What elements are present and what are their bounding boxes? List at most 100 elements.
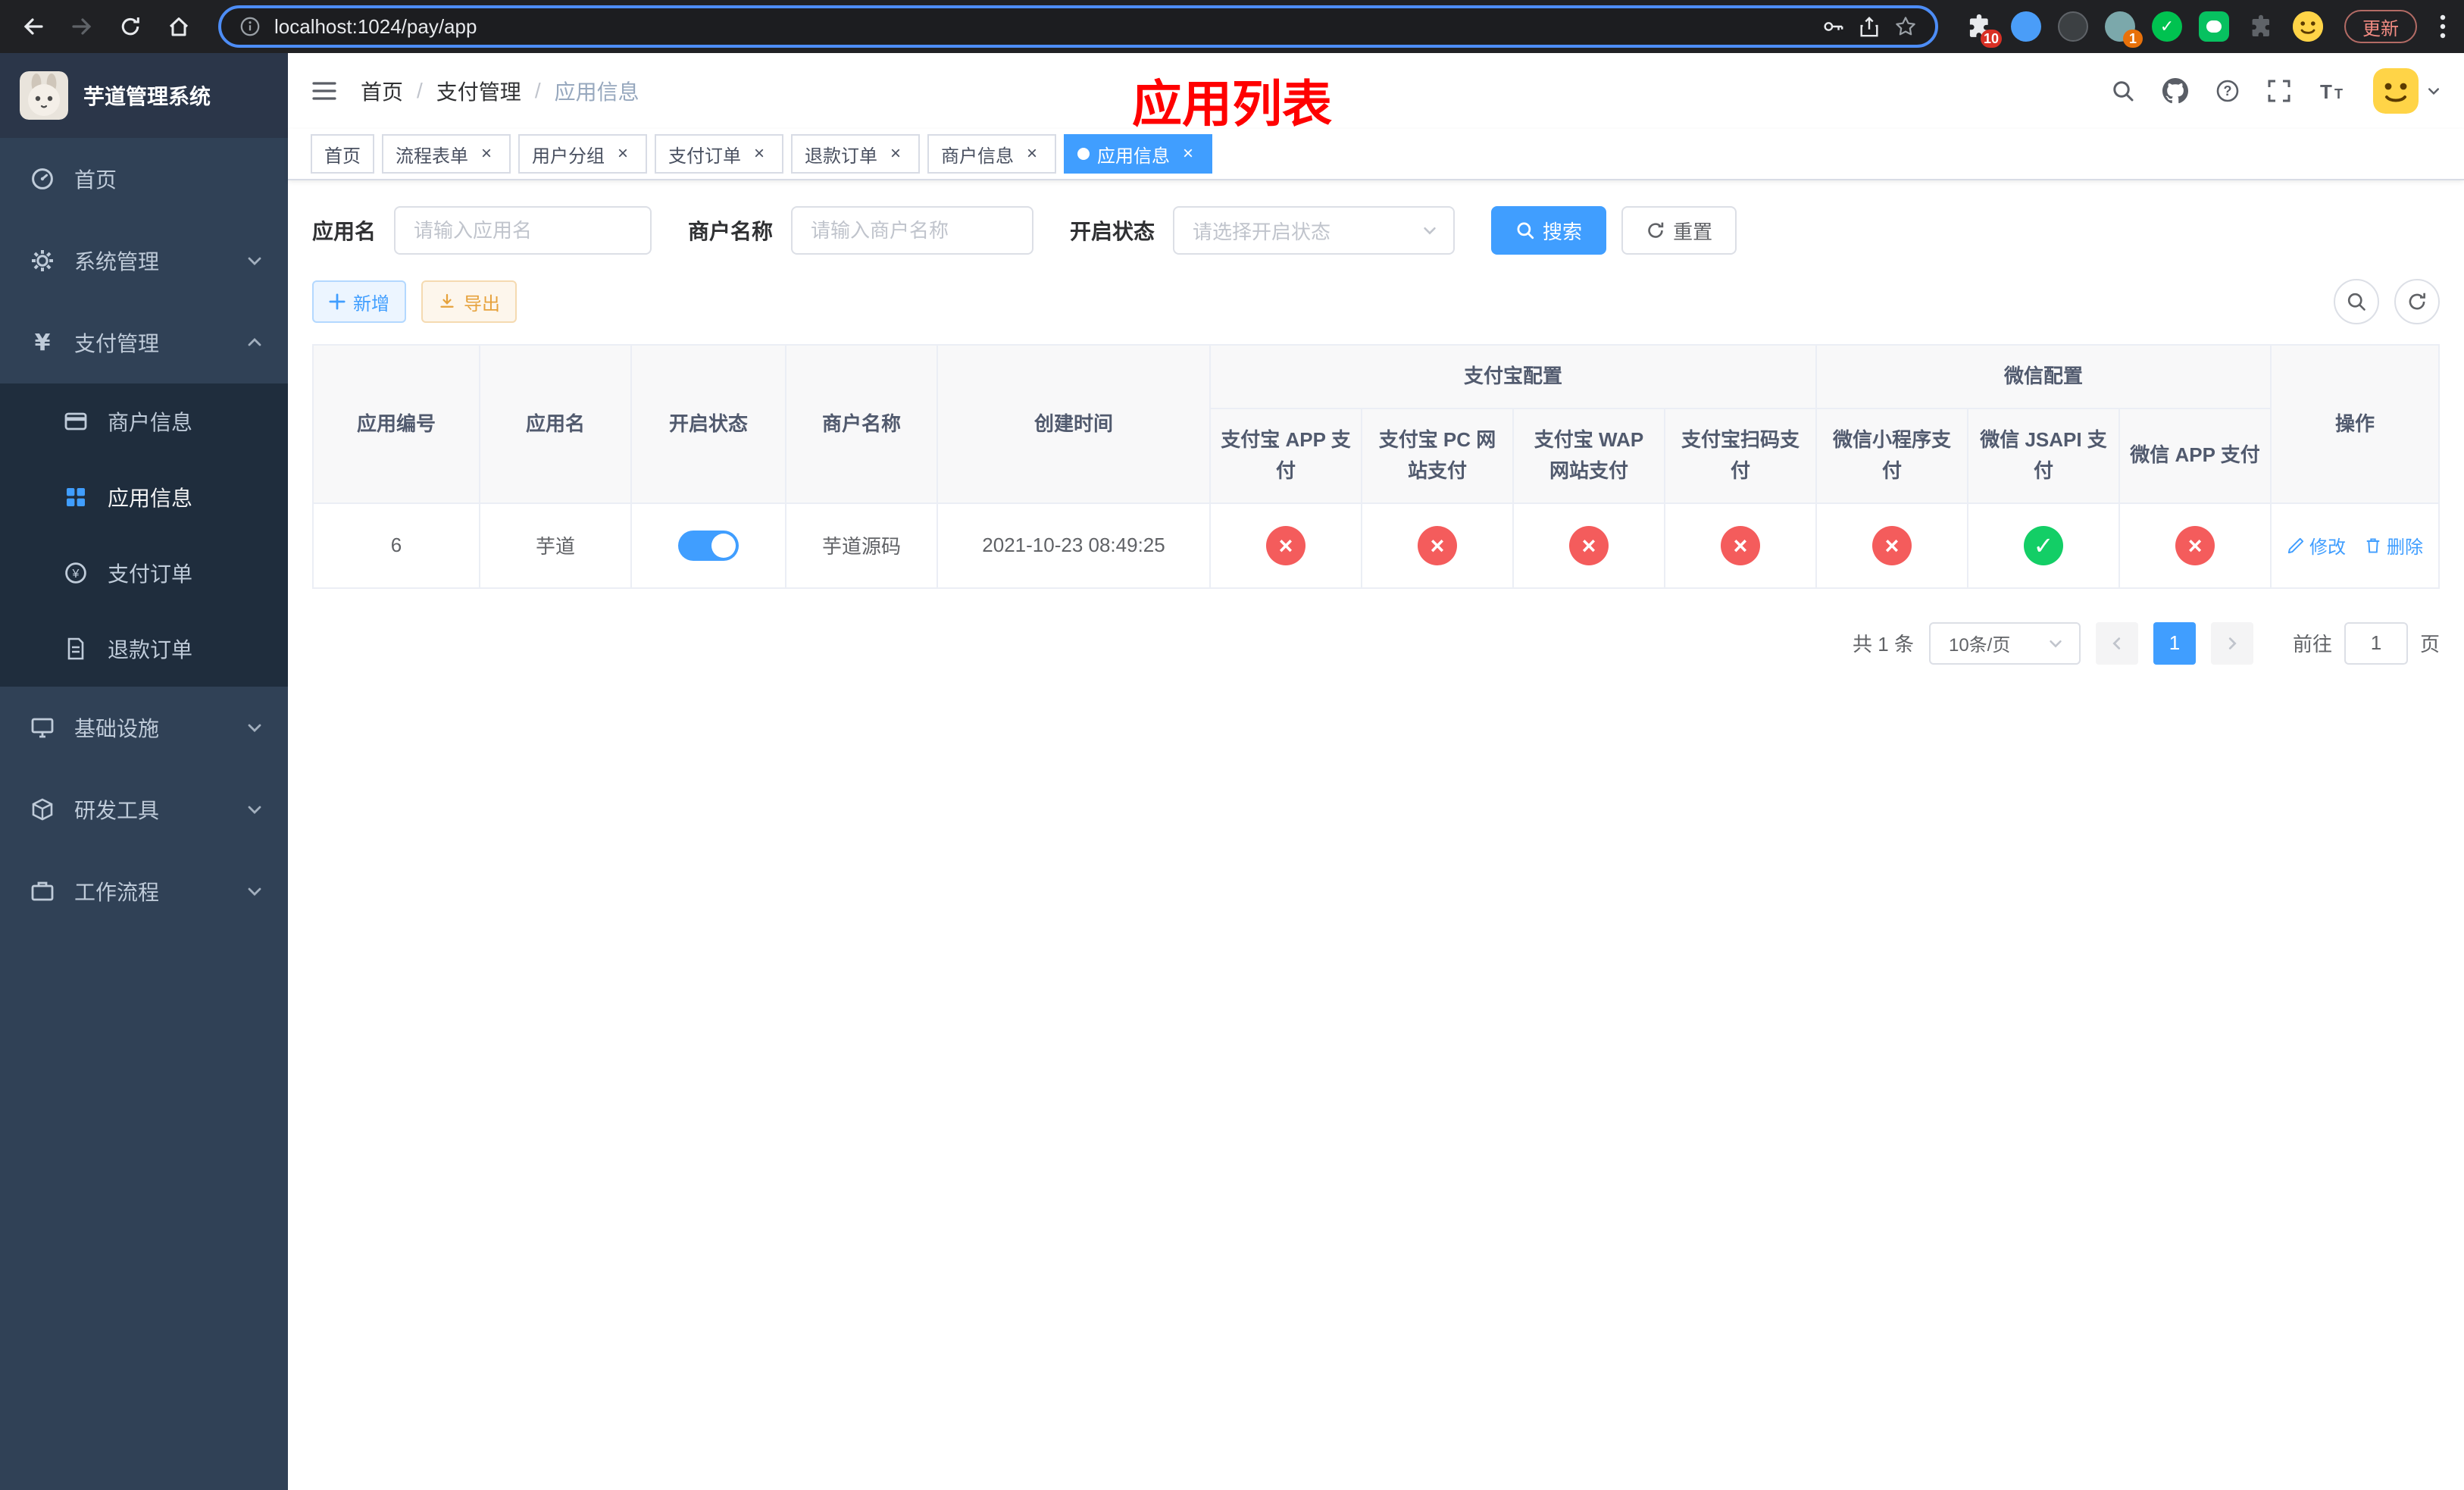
font-size-button[interactable]: TT: [2319, 79, 2346, 103]
url-text: localhost:1024/pay/app: [274, 14, 477, 38]
col-status: 开启状态: [630, 343, 786, 504]
current-page-button[interactable]: 1: [2153, 621, 2196, 665]
sidebar-item-workflow[interactable]: 工作流程: [0, 850, 288, 932]
address-bar[interactable]: localhost:1024/pay/app: [218, 5, 1938, 48]
header-search-button[interactable]: [2111, 79, 2135, 103]
help-button[interactable]: ?: [2215, 79, 2240, 103]
browser-home-button[interactable]: [158, 5, 200, 48]
github-button[interactable]: [2162, 78, 2188, 104]
sidebar-item-label: 工作流程: [74, 881, 160, 904]
tab-close-icon[interactable]: ×: [476, 143, 497, 164]
sidebar-item-label: 研发工具: [74, 799, 160, 822]
refresh-table-button[interactable]: [2394, 279, 2440, 324]
delete-button-label: 删除: [2387, 537, 2424, 559]
prev-page-button[interactable]: [2095, 621, 2138, 665]
alipay-pc-disabled-icon: ×: [1418, 525, 1457, 565]
col-app-name: 应用名: [479, 343, 632, 504]
export-button[interactable]: 导出: [421, 280, 517, 323]
fullscreen-button[interactable]: [2267, 79, 2291, 103]
col-actions: 操作: [2270, 343, 2440, 504]
pagination-total: 共 1 条: [1853, 633, 1914, 656]
merchant-name-input[interactable]: [791, 206, 1034, 255]
search-button[interactable]: 搜索: [1491, 206, 1607, 255]
goto-page-input[interactable]: [2344, 621, 2408, 665]
tab-refund-orders[interactable]: 退款订单 ×: [791, 134, 920, 174]
chevron-down-icon: [1424, 227, 1436, 235]
tab-close-icon[interactable]: ×: [1177, 143, 1199, 164]
col-wechat-mini: 微信小程序支付: [1815, 407, 1969, 504]
tab-merchant-info[interactable]: 商户信息 ×: [927, 134, 1056, 174]
tab-home[interactable]: 首页: [311, 134, 374, 174]
sidebar-item-label: 支付订单: [108, 562, 193, 586]
blue-circle-icon: [2011, 11, 2041, 42]
delete-button[interactable]: 删除: [2364, 532, 2423, 559]
profile-badge: 1: [2123, 30, 2143, 48]
next-page-button[interactable]: [2210, 621, 2253, 665]
tab-close-icon[interactable]: ×: [1021, 143, 1043, 164]
breadcrumb-payment[interactable]: 支付管理: [436, 76, 521, 106]
tab-close-icon[interactable]: ×: [749, 143, 770, 164]
sidebar-item-infrastructure[interactable]: 基础设施: [0, 687, 288, 768]
browser-menu-button[interactable]: [2440, 14, 2446, 39]
reset-button[interactable]: 重置: [1621, 206, 1737, 255]
sidebar-item-dev-tools[interactable]: 研发工具: [0, 768, 288, 850]
tab-user-group[interactable]: 用户分组 ×: [518, 134, 647, 174]
browser-update-button[interactable]: 更新: [2344, 10, 2417, 43]
browser-back-button[interactable]: [12, 5, 55, 48]
site-info-icon[interactable]: [239, 16, 261, 37]
trash-icon: [2366, 538, 2380, 553]
extension-green-check-icon[interactable]: ✓: [2150, 10, 2184, 43]
sidebar-item-payment[interactable]: ¥ 支付管理: [0, 302, 288, 383]
svg-text:T: T: [2334, 86, 2343, 102]
col-wechat-jsapi: 微信 JSAPI 支付: [1967, 407, 2121, 504]
dashboard-icon: [30, 167, 55, 191]
extension-avatar-icon[interactable]: 1: [2103, 10, 2143, 48]
app-logo-row[interactable]: 芋道管理系统: [0, 53, 288, 138]
user-menu[interactable]: [2373, 68, 2441, 114]
status-select[interactable]: 请选择开启状态: [1173, 206, 1456, 255]
pencil-icon: [2287, 537, 2304, 553]
tab-process-form[interactable]: 流程表单 ×: [382, 134, 511, 174]
bookmark-star-icon[interactable]: [1894, 15, 1917, 38]
extension-dark-icon[interactable]: [2056, 10, 2090, 43]
password-key-icon[interactable]: [1821, 15, 1844, 38]
tab-pay-orders[interactable]: 支付订单 ×: [655, 134, 783, 174]
extension-blue-icon[interactable]: [2009, 10, 2043, 43]
cell-created-at: 2021-10-23 08:49:25: [937, 502, 1211, 589]
share-icon[interactable]: [1858, 15, 1881, 38]
browser-chrome: localhost:1024/pay/app 10 1 ✓ 更新: [0, 0, 2464, 53]
col-wechat-app: 微信 APP 支付: [2118, 407, 2272, 504]
extensions-badge: 10: [1980, 30, 2002, 48]
browser-reload-button[interactable]: [109, 5, 152, 48]
sidebar-item-app-info[interactable]: 应用信息: [0, 459, 288, 535]
extension-puzzle2-icon[interactable]: [2244, 10, 2278, 43]
add-button[interactable]: 新增: [312, 280, 406, 323]
extension-emoji-icon[interactable]: [2291, 10, 2325, 43]
wechat-app-disabled-icon: ×: [2175, 525, 2215, 565]
breadcrumb-home[interactable]: 首页: [361, 76, 403, 106]
tab-app-info[interactable]: 应用信息 ×: [1064, 134, 1212, 174]
github-icon: [2162, 78, 2188, 104]
search-icon: [2113, 81, 2134, 102]
extension-wechat-devtools-icon[interactable]: [2197, 10, 2231, 43]
tab-close-icon[interactable]: ×: [885, 143, 906, 164]
page-size-select[interactable]: 10条/页: [1928, 621, 2081, 665]
download-icon: [440, 293, 454, 308]
browser-forward-button[interactable]: [61, 5, 103, 48]
tab-close-icon[interactable]: ×: [612, 143, 633, 164]
edit-button[interactable]: 修改: [2287, 532, 2346, 559]
tab-label: 流程表单: [396, 146, 468, 167]
app-name-input[interactable]: [394, 206, 652, 255]
extensions-puzzle-icon[interactable]: 10: [1962, 10, 2002, 48]
chevron-down-icon: [2050, 640, 2062, 648]
sidebar-item-pay-orders[interactable]: ¥ 支付订单: [0, 535, 288, 611]
sidebar-item-refund-orders[interactable]: 退款订单: [0, 611, 288, 687]
chevron-down-icon: [245, 882, 264, 900]
status-toggle[interactable]: [678, 530, 739, 561]
sidebar-item-system[interactable]: 系统管理: [0, 220, 288, 302]
sidebar-item-merchant-info[interactable]: 商户信息: [0, 383, 288, 459]
toggle-search-button[interactable]: [2334, 279, 2379, 324]
sidebar-item-home[interactable]: 首页: [0, 138, 288, 220]
sidebar-toggle-button[interactable]: [311, 77, 338, 105]
chat-square-icon: [2199, 11, 2229, 42]
